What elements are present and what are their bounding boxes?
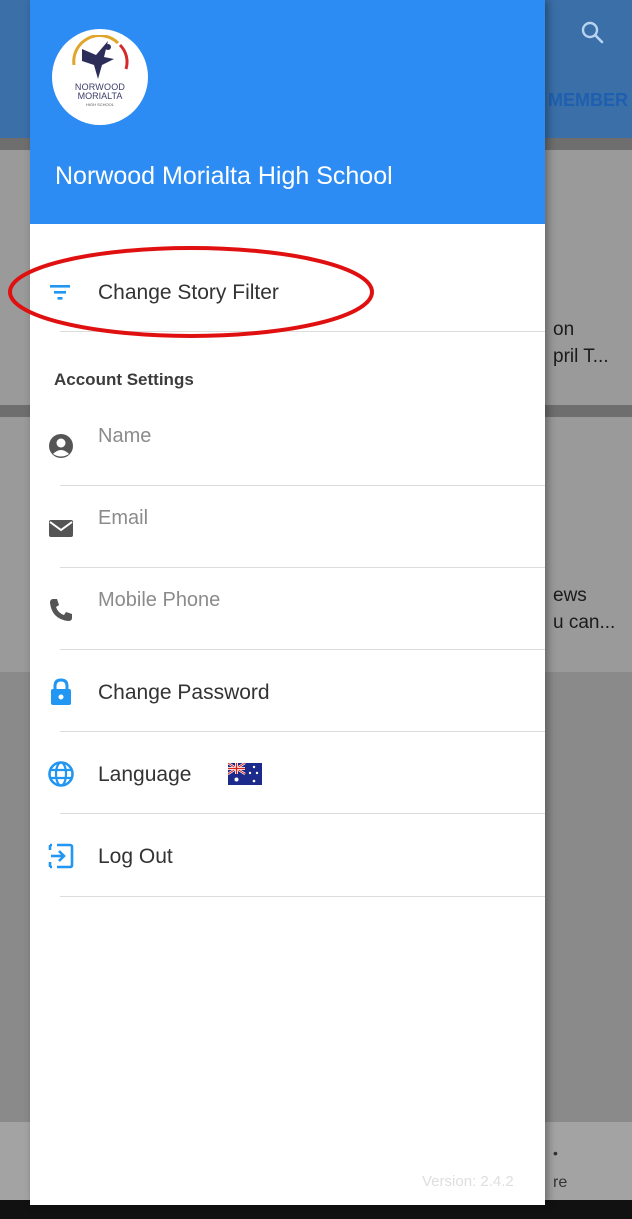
language-item[interactable]: Language	[30, 732, 545, 814]
email-field[interactable]: Email	[30, 486, 545, 568]
search-icon[interactable]	[578, 18, 608, 48]
change-password-item[interactable]: Change Password	[30, 650, 545, 732]
name-placeholder: Name	[98, 425, 152, 447]
name-field[interactable]: Name	[30, 404, 545, 486]
school-name-title: Norwood Morialta High School	[55, 162, 393, 190]
divider	[60, 896, 545, 897]
log-out-item[interactable]: Log Out	[30, 814, 545, 896]
log-out-label: Log Out	[98, 845, 173, 868]
mobile-phone-field[interactable]: Mobile Phone	[30, 568, 545, 650]
story-card-text: ews	[553, 585, 587, 606]
highlight-annotation	[8, 246, 374, 338]
members-tab[interactable]: MEMBER	[548, 90, 628, 111]
globe-icon	[46, 759, 76, 789]
version-text: Version: 2.4.2	[422, 1173, 514, 1190]
bottom-bar-text: re	[553, 1174, 568, 1191]
school-logo: NORWOOD MORIALTA HIGH SCHOOL	[52, 29, 148, 125]
account-circle-icon	[46, 431, 76, 461]
logo-text: MORIALTA	[77, 91, 123, 101]
language-label: Language	[98, 763, 192, 786]
change-password-label: Change Password	[98, 681, 270, 704]
mobile-phone-placeholder: Mobile Phone	[98, 589, 221, 611]
story-card-text: u can...	[553, 612, 616, 633]
story-card-text: pril T...	[553, 346, 609, 367]
australia-flag-icon	[228, 763, 262, 785]
drawer-header: NORWOOD MORIALTA HIGH SCHOOL Norwood Mor…	[30, 0, 545, 224]
navigation-drawer: NORWOOD MORIALTA HIGH SCHOOL Norwood Mor…	[30, 0, 545, 1205]
logo-text: HIGH SCHOOL	[85, 102, 114, 107]
envelope-icon	[46, 513, 76, 543]
logout-icon	[46, 841, 76, 871]
bottom-bar-text: •	[553, 1145, 558, 1161]
story-card-text: on	[553, 319, 575, 340]
lock-icon	[46, 677, 76, 707]
eagle-logo-icon	[72, 35, 129, 79]
account-settings-heading: Account Settings	[54, 370, 194, 389]
phone-icon	[46, 595, 76, 625]
email-placeholder: Email	[98, 507, 149, 529]
